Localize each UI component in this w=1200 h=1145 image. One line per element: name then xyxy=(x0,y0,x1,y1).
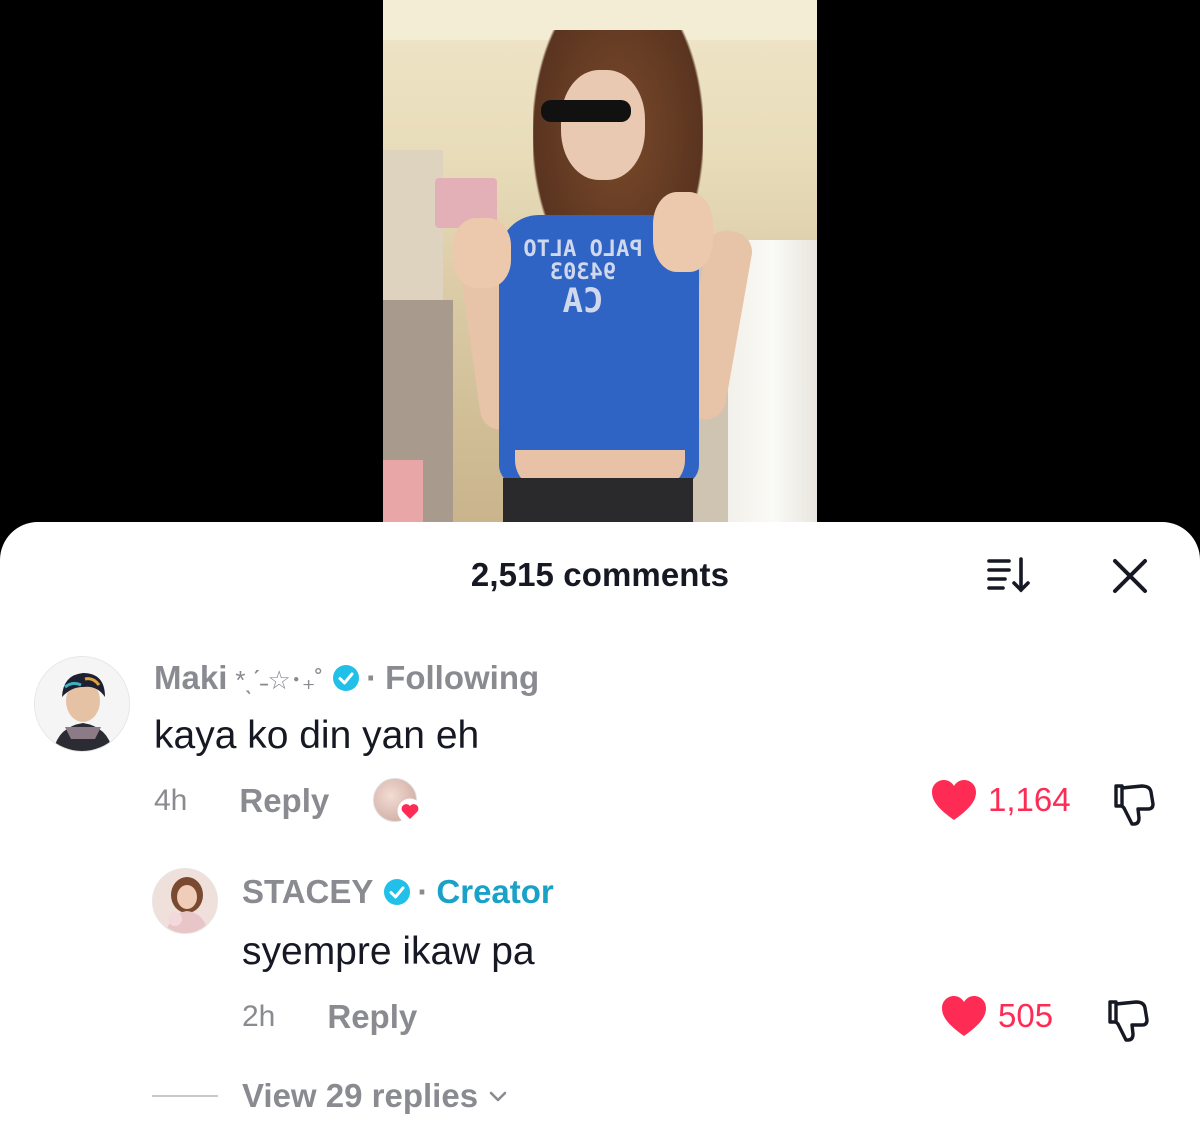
reply-text: syempre ikaw pa xyxy=(242,930,535,973)
creator-avatar[interactable] xyxy=(152,868,218,934)
close-button[interactable] xyxy=(1106,552,1154,600)
video-shirt-print: PALO ALTO 94303 CA xyxy=(513,237,653,322)
close-icon xyxy=(1113,559,1147,593)
comment-text: kaya ko din yan eh xyxy=(154,714,480,757)
like-button[interactable]: 1,164 xyxy=(930,778,1071,822)
view-replies-label: View 29 replies xyxy=(242,1077,479,1114)
reply-button[interactable]: Reply xyxy=(239,782,329,820)
video-player[interactable]: PALO ALTO 94303 CA xyxy=(0,0,1200,560)
dislike-icon xyxy=(1114,784,1155,826)
comment-meta: 4h Reply xyxy=(154,776,423,826)
shirt-text-line3: CA xyxy=(562,281,604,322)
reply-timestamp: 2h xyxy=(242,1000,276,1033)
video-person-hand-left xyxy=(453,218,511,288)
video-person-face xyxy=(561,70,645,180)
separator-dot: · xyxy=(417,873,429,910)
reply-button[interactable]: Reply xyxy=(327,998,417,1036)
video-person-pants xyxy=(503,478,693,522)
comments-sheet: 2,515 comments Maki *ˎˊ˗☆･₊˚ · Following… xyxy=(0,522,1200,1145)
chevron-down-icon xyxy=(489,1091,507,1102)
dislike-button[interactable] xyxy=(1108,778,1158,828)
verified-badge-icon xyxy=(384,879,411,905)
heart-icon xyxy=(942,996,986,1036)
verified-badge-icon xyxy=(333,665,360,691)
like-count: 505 xyxy=(998,997,1054,1034)
video-frame[interactable]: PALO ALTO 94303 CA xyxy=(383,0,817,522)
creator-username[interactable]: STACEY xyxy=(242,873,373,911)
heart-icon xyxy=(397,798,423,824)
username-decoration: *ˎˊ˗☆･₊˚ xyxy=(235,664,323,695)
replies-divider-line xyxy=(152,1095,218,1097)
liked-by-creator-badge xyxy=(373,776,423,826)
comment-timestamp: 4h xyxy=(154,784,188,817)
heart-icon xyxy=(932,780,976,820)
like-button[interactable]: 505 xyxy=(940,994,1053,1038)
sort-button[interactable] xyxy=(980,552,1036,598)
commenter-avatar[interactable] xyxy=(34,656,130,752)
view-replies-button[interactable]: View 29 replies xyxy=(152,1074,510,1118)
commenter-username[interactable]: Maki xyxy=(154,659,227,697)
avatar-illustration xyxy=(35,657,129,751)
creator-label: Creator xyxy=(436,873,554,910)
shirt-text-line1: PALO ALTO xyxy=(523,237,643,262)
dislike-icon xyxy=(1108,1000,1149,1042)
avatar-photo xyxy=(153,869,217,933)
like-count: 1,164 xyxy=(988,781,1071,818)
video-person-sunglasses xyxy=(541,100,631,122)
reply-meta: 2h Reply xyxy=(242,992,417,1042)
following-label: Following xyxy=(385,659,540,696)
separator-dot: · xyxy=(366,659,378,696)
reply-header: STACEY · Creator xyxy=(242,872,554,912)
comment-header: Maki *ˎˊ˗☆･₊˚ · Following xyxy=(154,658,539,698)
dislike-button[interactable] xyxy=(1102,994,1152,1044)
video-person-hand-right xyxy=(653,192,713,272)
video-pink-cabinet xyxy=(383,460,423,522)
sort-icon xyxy=(987,557,1030,593)
